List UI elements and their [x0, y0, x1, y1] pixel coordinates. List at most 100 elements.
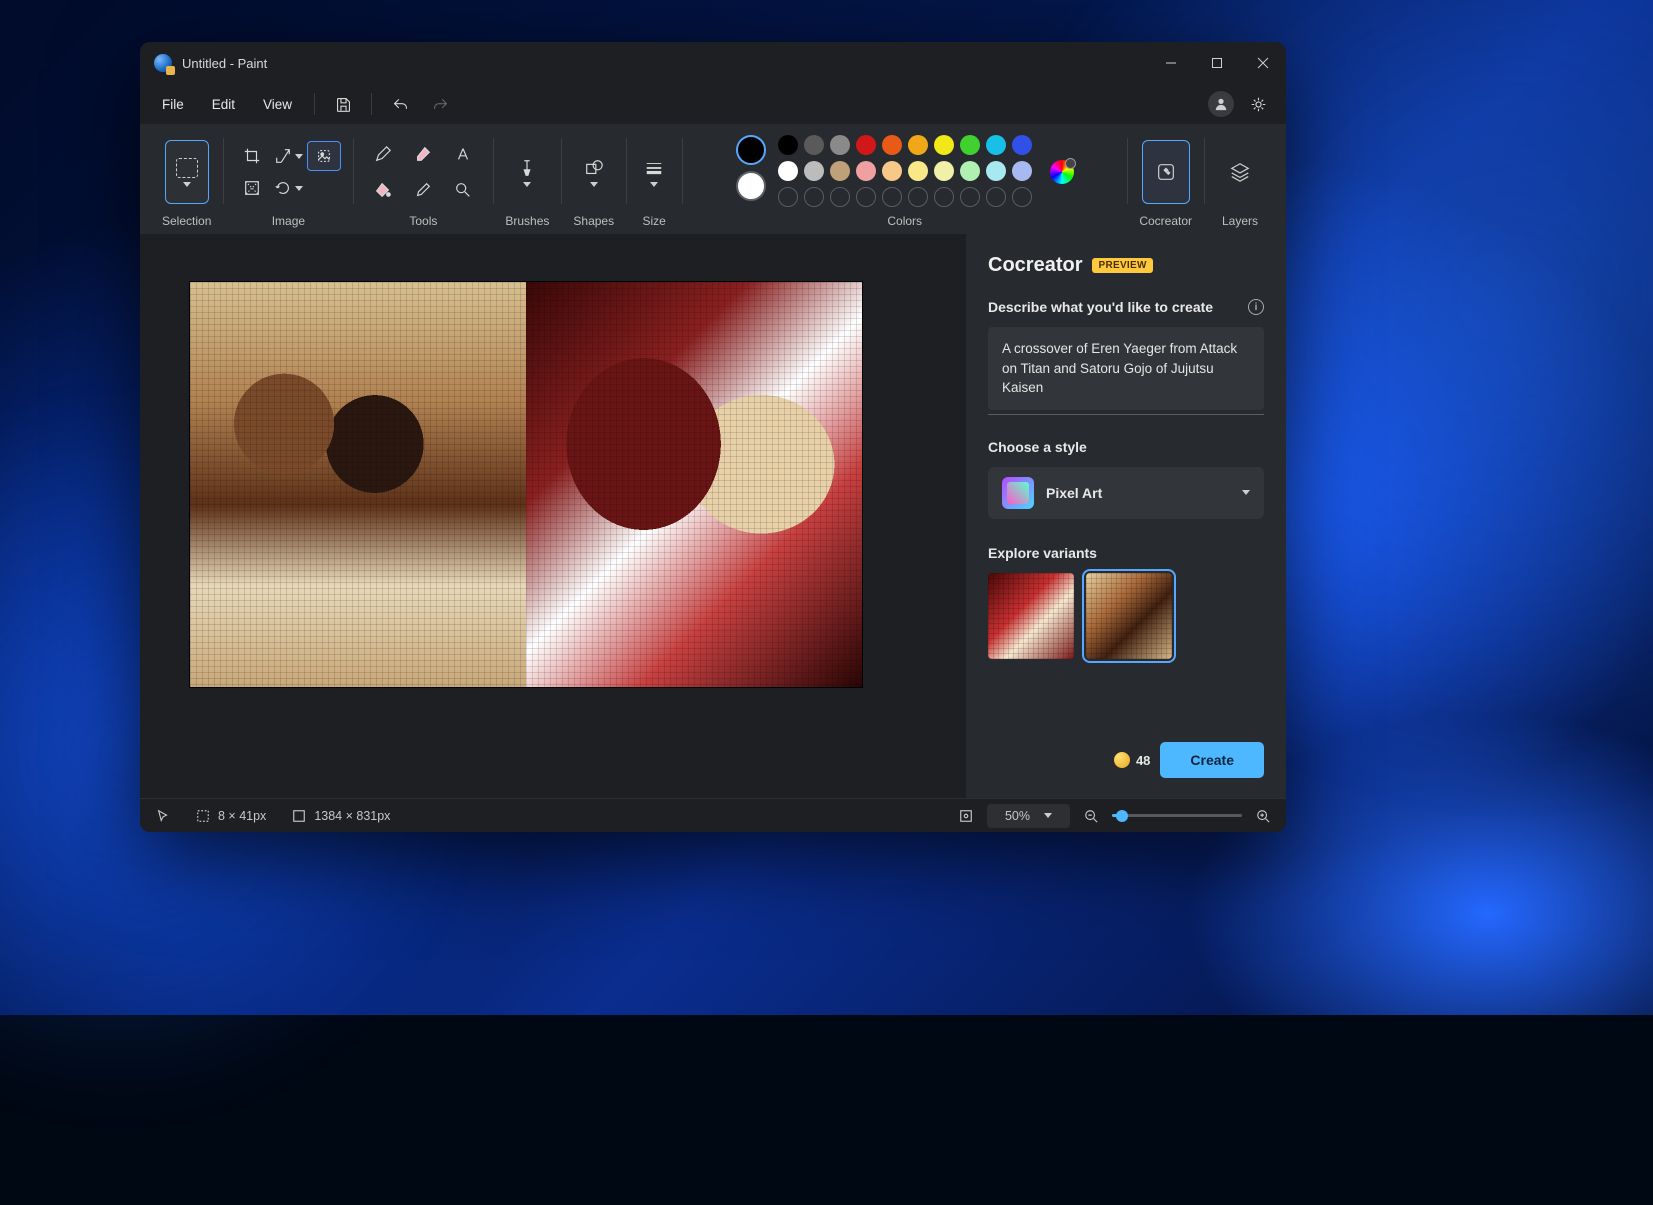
picker-tool[interactable] [405, 174, 441, 206]
separator [371, 93, 372, 115]
group-colors: Colors [682, 132, 1127, 228]
color-2[interactable] [736, 171, 766, 201]
custom-color-slot[interactable] [960, 187, 980, 207]
maximize-button[interactable] [1194, 42, 1240, 84]
group-size: Size [626, 132, 682, 228]
shapes-tool[interactable] [578, 154, 610, 191]
canvas-viewport[interactable] [140, 234, 966, 798]
create-button[interactable]: Create [1160, 742, 1264, 778]
canvas-image-left [190, 282, 526, 687]
custom-color-slot[interactable] [778, 187, 798, 207]
custom-color-slot[interactable] [882, 187, 902, 207]
custom-color-slot[interactable] [908, 187, 928, 207]
variant-2-selected[interactable] [1086, 573, 1172, 659]
color-swatch[interactable] [1012, 161, 1032, 181]
custom-color-slot[interactable] [1012, 187, 1032, 207]
chevron-down-icon [1044, 813, 1052, 818]
brush-tool[interactable] [511, 154, 543, 191]
crop-tool[interactable] [235, 141, 269, 171]
layers-button[interactable] [1216, 140, 1264, 204]
color-swatch[interactable] [830, 161, 850, 181]
group-label: Cocreator [1139, 214, 1192, 228]
zoom-select[interactable]: 50% [987, 804, 1070, 828]
color-swatch[interactable] [908, 135, 928, 155]
canvas-size: 1384 × 831px [292, 809, 390, 823]
zoom-in-button[interactable] [1256, 809, 1270, 823]
group-label: Tools [409, 214, 437, 228]
group-label: Brushes [505, 214, 549, 228]
color-swatch[interactable] [960, 135, 980, 155]
rotate-tool[interactable] [271, 173, 305, 203]
color-swatch[interactable] [908, 161, 928, 181]
statusbar: 8 × 41px 1384 × 831px 50% [140, 798, 1286, 832]
custom-color-slot[interactable] [986, 187, 1006, 207]
edit-colors-button[interactable] [1050, 160, 1074, 184]
color-swatch[interactable] [986, 161, 1006, 181]
group-brushes: Brushes [493, 132, 561, 228]
remove-bg-tool[interactable] [235, 173, 269, 203]
color-swatch[interactable] [960, 161, 980, 181]
cocreator-button[interactable] [1142, 140, 1190, 204]
settings-button[interactable] [1240, 88, 1276, 120]
group-label: Shapes [573, 214, 614, 228]
color-swatch[interactable] [1012, 135, 1032, 155]
color-swatch[interactable] [934, 161, 954, 181]
color-swatch[interactable] [882, 161, 902, 181]
style-name: Pixel Art [1046, 485, 1230, 501]
text-tool[interactable] [445, 138, 481, 170]
custom-color-slot[interactable] [934, 187, 954, 207]
custom-color-slot[interactable] [830, 187, 850, 207]
menu-view[interactable]: View [251, 91, 304, 118]
group-image: Image [223, 132, 353, 228]
close-button[interactable] [1240, 42, 1286, 84]
help-icon[interactable]: i [1248, 299, 1264, 315]
group-label: Size [642, 214, 665, 228]
menu-file[interactable]: File [150, 91, 196, 118]
titlebar: Untitled - Paint [140, 42, 1286, 84]
menu-edit[interactable]: Edit [200, 91, 247, 118]
custom-color-slot[interactable] [856, 187, 876, 207]
eraser-tool[interactable] [405, 138, 441, 170]
fit-screen-button[interactable] [959, 809, 973, 823]
color-swatch[interactable] [934, 135, 954, 155]
magnifier-tool[interactable] [445, 174, 481, 206]
profile-button[interactable] [1208, 91, 1234, 117]
fill-tool[interactable] [365, 174, 401, 206]
variant-1[interactable] [988, 573, 1074, 659]
paint-app-icon [154, 54, 172, 72]
color-1[interactable] [736, 135, 766, 165]
style-thumb-icon [1002, 477, 1034, 509]
ribbon: Selection Image [140, 124, 1286, 234]
zoom-value: 50% [1005, 809, 1030, 823]
color-swatch[interactable] [804, 135, 824, 155]
color-swatch[interactable] [856, 135, 876, 155]
zoom-out-button[interactable] [1084, 809, 1098, 823]
color-swatch[interactable] [856, 161, 876, 181]
group-label: Selection [162, 214, 211, 228]
panel-title: Cocreator [988, 254, 1082, 277]
group-layers: Layers [1204, 132, 1276, 228]
pencil-tool[interactable] [365, 138, 401, 170]
group-selection: Selection [150, 132, 223, 228]
redo-button[interactable] [422, 88, 458, 120]
image-layers-tool[interactable] [307, 141, 341, 171]
color-swatch[interactable] [986, 135, 1006, 155]
minimize-button[interactable] [1148, 42, 1194, 84]
resize-tool[interactable] [271, 141, 305, 171]
save-button[interactable] [325, 88, 361, 120]
color-swatch[interactable] [778, 161, 798, 181]
style-select[interactable]: Pixel Art [988, 467, 1264, 519]
color-swatch[interactable] [830, 135, 850, 155]
color-swatch[interactable] [882, 135, 902, 155]
canvas[interactable] [190, 282, 862, 687]
custom-color-slot[interactable] [804, 187, 824, 207]
undo-button[interactable] [382, 88, 418, 120]
menubar: File Edit View [140, 84, 1286, 124]
prompt-input[interactable]: A crossover of Eren Yaeger from Attack o… [988, 327, 1264, 410]
size-tool[interactable] [638, 154, 670, 191]
cocreator-panel: Cocreator PREVIEW Describe what you'd li… [966, 234, 1286, 798]
color-swatch[interactable] [778, 135, 798, 155]
selection-tool[interactable] [165, 140, 209, 204]
color-swatch[interactable] [804, 161, 824, 181]
zoom-slider[interactable] [1112, 814, 1242, 817]
